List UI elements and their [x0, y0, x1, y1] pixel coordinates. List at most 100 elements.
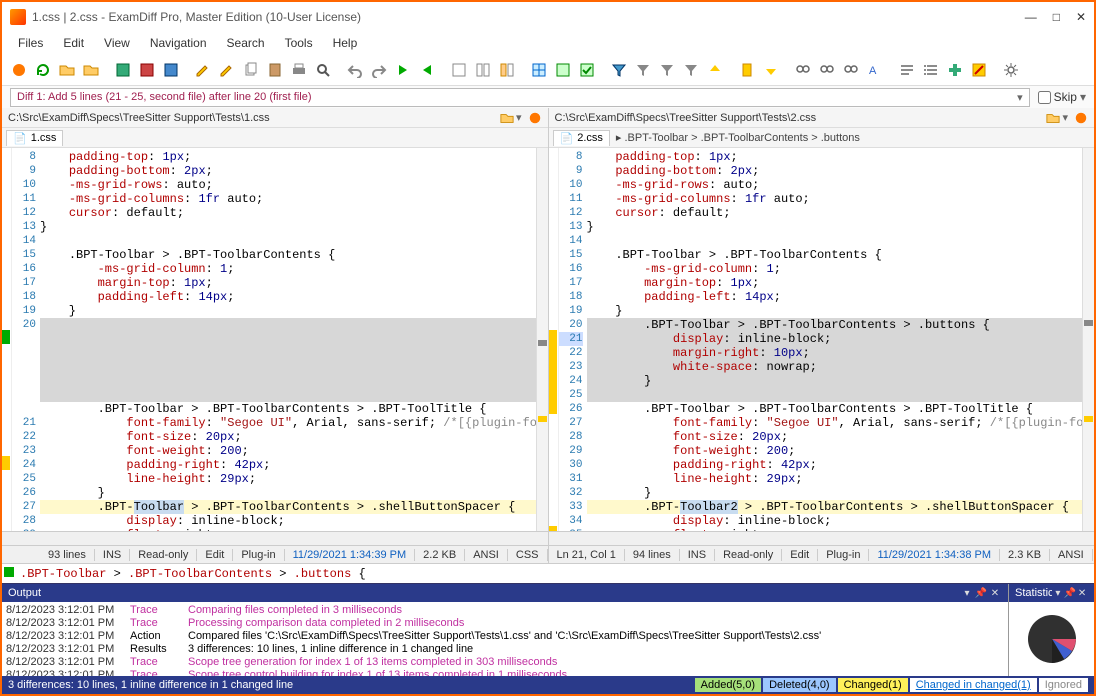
right-path: C:\Src\ExamDiff\Specs\TreeSitter Support… [555, 112, 817, 124]
right-minimap[interactable] [1082, 148, 1094, 531]
close-button[interactable]: ✕ [1076, 10, 1086, 24]
prev-diff-icon[interactable] [416, 59, 438, 81]
view3-icon[interactable] [576, 59, 598, 81]
left-time: 11/29/2021 1:34:39 PM [285, 549, 416, 561]
menu-tools[interactable]: Tools [277, 34, 321, 52]
find3-icon[interactable] [840, 59, 862, 81]
settings-icon[interactable] [1000, 59, 1022, 81]
right-editor[interactable]: 8910111213141516171819202122232425262728… [549, 148, 1095, 531]
menu-help[interactable]: Help [325, 34, 366, 52]
save-icon[interactable] [112, 59, 134, 81]
left-tab[interactable]: 📄 1.css [6, 130, 63, 146]
bottom-panels: Output ▾ 📌 ✕ 8/12/2023 3:12:01 PMTraceCo… [2, 583, 1094, 676]
find-icon[interactable] [792, 59, 814, 81]
right-tab[interactable]: 📄 2.css [553, 130, 610, 146]
open-right-icon[interactable] [80, 59, 102, 81]
left-minimap[interactable] [536, 148, 548, 531]
folder-icon[interactable] [500, 111, 514, 125]
panel-close-icon[interactable]: ✕ [1076, 588, 1088, 599]
output-log[interactable]: 8/12/2023 3:12:01 PMTraceComparing files… [2, 602, 1008, 676]
filter2-icon[interactable] [632, 59, 654, 81]
menu-view[interactable]: View [96, 34, 138, 52]
right-breadcrumb[interactable]: ▸ .BPT-Toolbar > .BPT-ToolbarContents > … [610, 131, 860, 144]
stats-header: Statistics ▾ 📌 ✕ [1009, 584, 1094, 602]
output-header: Output ▾ 📌 ✕ [2, 584, 1008, 602]
skip-checkbox[interactable]: Skip ▾ [1038, 90, 1086, 104]
redo-icon[interactable] [368, 59, 390, 81]
left-plugin: Plug-in [233, 549, 284, 561]
filter3-icon[interactable] [656, 59, 678, 81]
badge-changed-in-changed[interactable]: Changed in changed(1) [910, 678, 1037, 692]
right-edit[interactable]: Edit [782, 549, 818, 561]
left-edit[interactable]: Edit [197, 549, 233, 561]
dropdown-icon[interactable]: ▾ [514, 111, 524, 124]
left-editor[interactable]: 8910111213141516171819202122232425262728… [2, 148, 548, 531]
layout1-icon[interactable] [448, 59, 470, 81]
title-bar: 1.css | 2.css - ExamDiff Pro, Master Edi… [2, 2, 1094, 32]
maximize-button[interactable]: □ [1053, 10, 1060, 24]
badge-changed[interactable]: Changed(1) [838, 678, 908, 692]
panel-pin-icon[interactable]: 📌 [974, 588, 988, 599]
plugin-icon[interactable] [944, 59, 966, 81]
output-panel: Output ▾ 📌 ✕ 8/12/2023 3:12:01 PMTraceCo… [2, 584, 1008, 676]
refresh-icon[interactable] [32, 59, 54, 81]
menu-edit[interactable]: Edit [55, 34, 92, 52]
left-lines: 93 lines [40, 549, 95, 561]
minimize-button[interactable]: — [1025, 10, 1037, 24]
layout3-icon[interactable] [496, 59, 518, 81]
svg-text:A: A [869, 65, 877, 77]
left-readonly: Read-only [130, 549, 197, 561]
filter4-icon[interactable] [680, 59, 702, 81]
edit-right-icon[interactable] [216, 59, 238, 81]
right-time: 11/29/2021 1:34:38 PM [869, 549, 1000, 561]
panel-pin-icon[interactable]: 📌 [1064, 588, 1076, 599]
compare-mini-icon[interactable] [1074, 111, 1088, 125]
bookmark-icon[interactable] [736, 59, 758, 81]
find2-icon[interactable] [816, 59, 838, 81]
layout2-icon[interactable] [472, 59, 494, 81]
down-icon[interactable] [760, 59, 782, 81]
folder-icon[interactable] [1046, 111, 1060, 125]
save-left-icon[interactable] [136, 59, 158, 81]
copy-icon[interactable] [240, 59, 262, 81]
output-title: Output [8, 587, 41, 599]
menu-search[interactable]: Search [219, 34, 273, 52]
left-ins: INS [95, 549, 130, 561]
font-icon[interactable]: A [864, 59, 886, 81]
panel-close-icon[interactable]: ✕ [988, 588, 1002, 599]
edit-left-icon[interactable] [192, 59, 214, 81]
view1-icon[interactable] [528, 59, 550, 81]
next-diff-icon[interactable] [392, 59, 414, 81]
print-icon[interactable] [288, 59, 310, 81]
up-icon[interactable] [704, 59, 726, 81]
save-right-icon[interactable] [160, 59, 182, 81]
undo-icon[interactable] [344, 59, 366, 81]
preview-icon[interactable] [312, 59, 334, 81]
statistics-panel: Statistics ▾ 📌 ✕ [1008, 584, 1094, 676]
compare-icon[interactable] [8, 59, 30, 81]
right-line-numbers: 8910111213141516171819202122232425262728… [559, 148, 587, 531]
menu-navigation[interactable]: Navigation [142, 34, 215, 52]
list-icon[interactable] [920, 59, 942, 81]
left-hscroll[interactable] [2, 531, 548, 545]
diff-panes: C:\Src\ExamDiff\Specs\TreeSitter Support… [2, 108, 1094, 563]
right-code[interactable]: padding-top: 1px; padding-bottom: 2px; -… [587, 148, 1083, 531]
compare-mini-icon[interactable] [528, 111, 542, 125]
panel-menu-icon[interactable]: ▾ [960, 588, 974, 599]
left-code[interactable]: padding-top: 1px; padding-bottom: 2px; -… [40, 148, 536, 531]
highlight-icon[interactable] [968, 59, 990, 81]
right-size: 2.3 KB [1000, 549, 1050, 561]
menu-files[interactable]: Files [10, 34, 51, 52]
wrap-icon[interactable] [896, 59, 918, 81]
dropdown-icon[interactable]: ▾ [1060, 111, 1070, 124]
clipboard-icon[interactable] [264, 59, 286, 81]
open-left-icon[interactable] [56, 59, 78, 81]
view2-icon[interactable] [552, 59, 574, 81]
right-hscroll[interactable] [549, 531, 1095, 545]
badge-added[interactable]: Added(5,0) [695, 678, 761, 692]
badge-ignored[interactable]: Ignored [1039, 678, 1088, 692]
badge-deleted[interactable]: Deleted(4,0) [763, 678, 836, 692]
filter1-icon[interactable] [608, 59, 630, 81]
panel-menu-icon[interactable]: ▾ [1052, 588, 1064, 599]
diff-message[interactable]: Diff 1: Add 5 lines (21 - 25, second fil… [10, 88, 1030, 107]
